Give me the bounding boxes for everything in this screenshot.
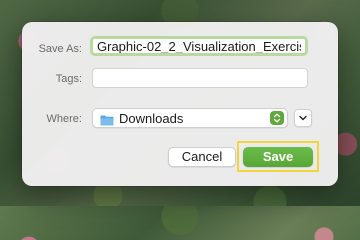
cancel-button[interactable]: Cancel [168,147,236,167]
save-button[interactable]: Save [243,147,313,167]
tags-field[interactable] [92,68,308,88]
save-as-field[interactable] [90,36,308,56]
where-label: Where: [46,113,82,125]
tags-label: Tags: [55,73,82,85]
expand-dialog-button[interactable] [294,109,312,127]
where-value: Downloads [119,111,184,126]
up-down-chevron-icon [270,111,284,125]
where-location-select[interactable]: Downloads [92,108,288,128]
folder-icon [100,113,114,126]
save-as-label: Save As: [38,43,82,55]
save-dialog: Save As: Tags: Where: Downloads Cancel S… [22,22,338,186]
